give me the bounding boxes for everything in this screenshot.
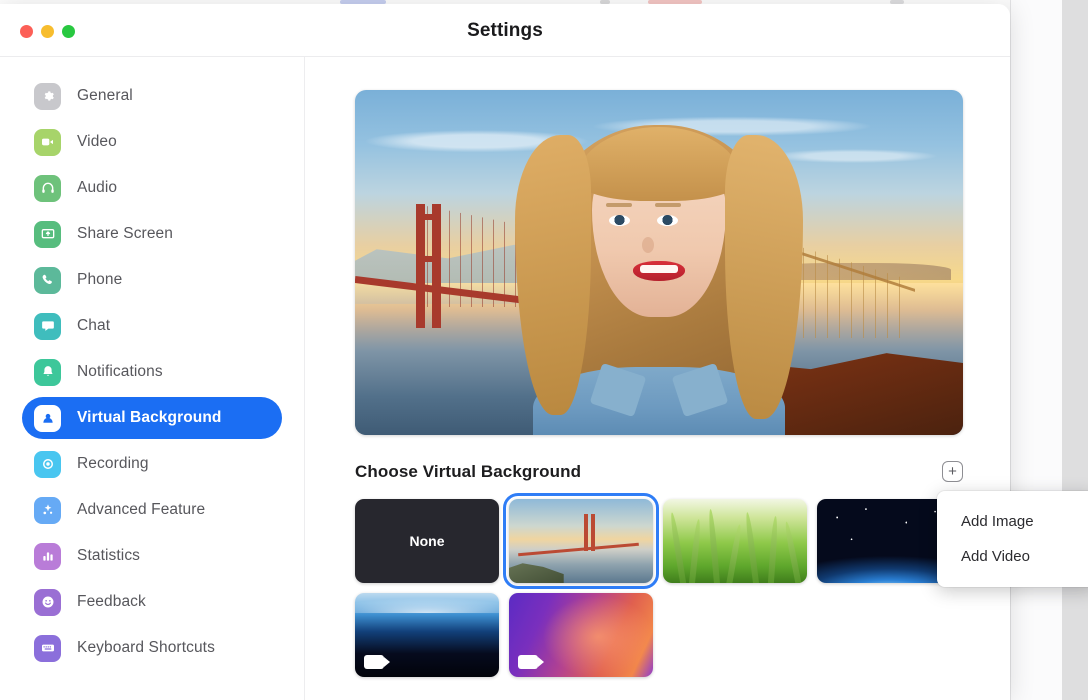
- person-silhouette: [509, 105, 809, 435]
- keyboard-icon: [34, 634, 61, 662]
- sidebar-item-recording[interactable]: Recording: [22, 443, 282, 485]
- menu-item-add-video[interactable]: Add Video: [937, 539, 1088, 574]
- sidebar-item-virtual-background[interactable]: Virtual Background: [22, 397, 282, 439]
- settings-sidebar[interactable]: General Video Audio Share Screen Phone C…: [0, 57, 305, 700]
- add-background-menu[interactable]: Add Image Add Video: [937, 491, 1088, 587]
- add-background-button[interactable]: +: [942, 461, 963, 482]
- sidebar-item-label: Notifications: [77, 363, 163, 380]
- section-header: Choose Virtual Background +: [355, 461, 963, 482]
- thumbnail-golden-gate[interactable]: [503, 493, 659, 589]
- thumbnail-grass[interactable]: [663, 499, 807, 583]
- sidebar-item-label: Audio: [77, 179, 118, 196]
- video-camera-icon: [34, 128, 61, 156]
- page-title: Settings: [467, 20, 543, 41]
- sidebar-item-label: Feedback: [77, 593, 146, 610]
- sidebar-item-phone[interactable]: Phone: [22, 259, 282, 301]
- background-thumbnail-grid[interactable]: None: [355, 493, 975, 677]
- sidebar-item-label: Statistics: [77, 547, 141, 564]
- menu-item-add-image[interactable]: Add Image: [937, 504, 1088, 539]
- virtual-background-panel: Choose Virtual Background + None: [305, 57, 1010, 700]
- bar-chart-icon: [34, 542, 61, 570]
- share-screen-icon: [34, 220, 61, 248]
- phone-icon: [34, 266, 61, 294]
- title-bar: Settings: [0, 4, 1010, 57]
- sidebar-item-label: Share Screen: [77, 225, 173, 242]
- smiley-icon: [34, 588, 61, 616]
- section-title: Choose Virtual Background: [355, 461, 582, 481]
- thumbnail-aurora-video[interactable]: [509, 593, 653, 677]
- sidebar-item-statistics[interactable]: Statistics: [22, 535, 282, 577]
- chat-bubble-icon: [34, 312, 61, 340]
- bell-icon: [34, 358, 61, 386]
- background-gutter: [1062, 0, 1088, 700]
- sidebar-item-share-screen[interactable]: Share Screen: [22, 213, 282, 255]
- sidebar-item-feedback[interactable]: Feedback: [22, 581, 282, 623]
- video-preview: [355, 90, 963, 435]
- record-circle-icon: [34, 450, 61, 478]
- sidebar-item-general[interactable]: General: [22, 75, 282, 117]
- sparkle-icon: [34, 496, 61, 524]
- sidebar-item-label: Recording: [77, 455, 149, 472]
- sidebar-item-chat[interactable]: Chat: [22, 305, 282, 347]
- settings-window: Settings General Video Audio Share Scree…: [0, 4, 1010, 700]
- sidebar-item-notifications[interactable]: Notifications: [22, 351, 282, 393]
- sidebar-item-audio[interactable]: Audio: [22, 167, 282, 209]
- thumbnail-earth-horizon-video[interactable]: [355, 593, 499, 677]
- person-badge-icon: [34, 404, 61, 432]
- sidebar-item-advanced-feature[interactable]: Advanced Feature: [22, 489, 282, 531]
- thumbnail-label: None: [409, 533, 445, 549]
- video-indicator-icon: [518, 655, 544, 669]
- thumbnail-none[interactable]: None: [355, 499, 499, 583]
- sidebar-item-label: Video: [77, 133, 117, 150]
- sidebar-item-label: Virtual Background: [77, 409, 222, 426]
- video-indicator-icon: [364, 655, 390, 669]
- sidebar-item-label: General: [77, 87, 133, 104]
- headphones-icon: [34, 174, 61, 202]
- sidebar-item-label: Phone: [77, 271, 123, 288]
- sidebar-item-label: Advanced Feature: [77, 501, 206, 518]
- sidebar-item-keyboard-shortcuts[interactable]: Keyboard Shortcuts: [22, 627, 282, 669]
- sidebar-item-label: Chat: [77, 317, 111, 334]
- gear-icon: [34, 82, 61, 110]
- sidebar-item-label: Keyboard Shortcuts: [77, 639, 215, 656]
- sidebar-item-video[interactable]: Video: [22, 121, 282, 163]
